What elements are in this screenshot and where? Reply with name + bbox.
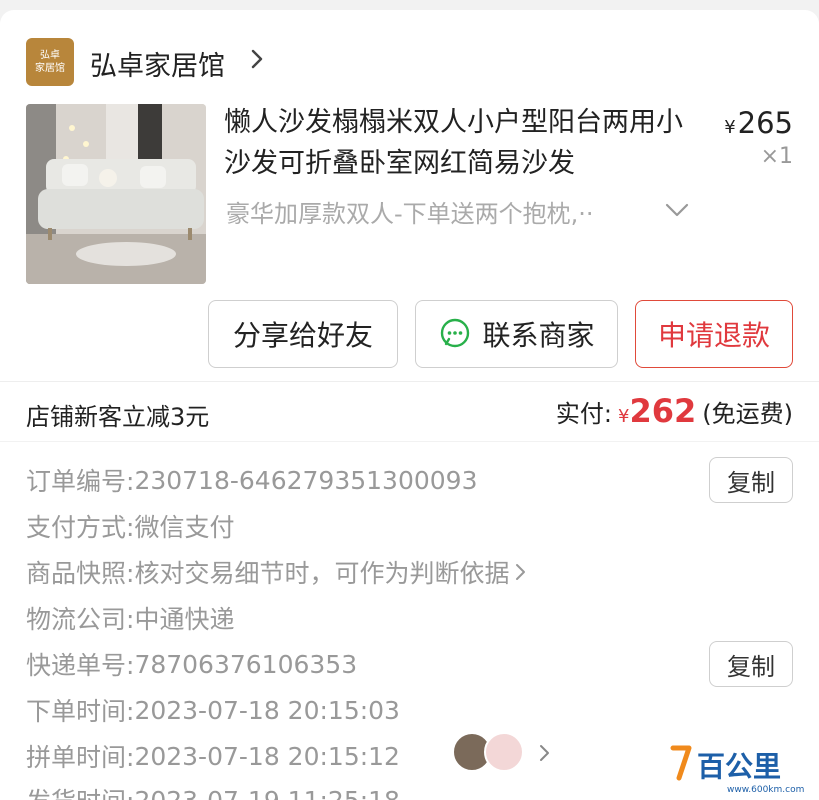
chevron-down-icon[interactable] — [664, 200, 690, 220]
sofa-picture — [26, 104, 206, 284]
paid-total: 实付: ¥262 (免运费) — [556, 392, 793, 430]
shop-logo-line1: 弘卓 — [40, 50, 60, 61]
shop-name[interactable]: 弘卓家居馆 — [90, 44, 225, 83]
detail-value: 78706376106353 — [134, 649, 358, 679]
watermark-url: www.600km.com — [727, 785, 804, 795]
price-currency: ¥ — [724, 117, 736, 138]
detail-row-ship-time: 发货时间:2023-07-19 11:25:18 — [26, 780, 400, 800]
product-title[interactable]: 懒人沙发榻榻米双人小户型阳台两用小沙发可折叠卧室网红简易沙发 — [224, 102, 694, 184]
price-value: 265 — [737, 106, 793, 140]
product-quantity: ×1 — [760, 144, 793, 169]
product-image[interactable] — [26, 104, 206, 284]
detail-label: 快递单号: — [26, 651, 135, 680]
detail-label: 支付方式: — [26, 513, 135, 542]
detail-value: 中通快递 — [134, 605, 235, 634]
detail-row-group-time: 拼单时间: 2023-07-18 20:15:12 — [26, 736, 400, 776]
detail-label: 商品快照: — [26, 559, 135, 588]
detail-row-payment: 支付方式: 微信支付 — [26, 506, 234, 546]
wechat-chat-icon — [441, 318, 470, 348]
detail-row-order-number: 订单编号: 230718-646279351300093 — [26, 460, 477, 500]
avatar — [484, 732, 524, 772]
detail-value: 2023-07-18 20:15:03 — [134, 695, 400, 725]
paid-label: 实付: — [555, 400, 613, 428]
detail-row-logistics: 物流公司: 中通快递 — [26, 598, 234, 638]
shop-logo[interactable]: 弘卓 家居馆 — [26, 38, 74, 86]
share-button[interactable]: 分享给好友 — [208, 300, 398, 368]
order-item-card: 弘卓 家居馆 弘卓家居馆 懒人沙发榻榻米双人小户型阳台两用小沙发可折叠卧室网红简… — [0, 10, 819, 388]
copy-tracking-number-button[interactable]: 复制 — [709, 641, 793, 687]
chevron-right-icon[interactable] — [538, 742, 552, 764]
detail-label: 下单时间: — [26, 697, 135, 726]
product-spec[interactable]: 豪华加厚款双人-下单送两个抱枕,·· — [226, 194, 666, 229]
contact-seller-label: 联系商家 — [482, 319, 595, 352]
promo-text: 店铺新客立减3元 — [26, 403, 210, 431]
refund-button[interactable]: 申请退款 — [635, 300, 793, 368]
chevron-right-icon[interactable] — [248, 46, 266, 72]
detail-value: 微信支付 — [134, 513, 235, 542]
detail-label: 订单编号: — [26, 467, 135, 496]
detail-value: 2023-07-18 20:15:12 — [134, 741, 400, 771]
chevron-right-icon — [516, 564, 526, 580]
detail-label: 物流公司: — [26, 605, 135, 634]
copy-order-number-button[interactable]: 复制 — [709, 457, 793, 503]
detail-label: 拼单时间: — [26, 743, 135, 772]
paid-amount: 262 — [629, 392, 697, 430]
contact-seller-button[interactable]: 联系商家 — [415, 300, 618, 368]
detail-label: 发货时间: — [26, 782, 134, 800]
shipping-note: (免运费) — [702, 400, 793, 428]
detail-value: 2023-07-19 11:25:18 — [134, 785, 400, 800]
payment-summary: 店铺新客立减3元 实付: ¥262 (免运费) — [0, 381, 819, 441]
detail-value: 核对交易细节时，可作为判断依据 — [134, 559, 510, 588]
detail-row-tracking: 快递单号: 78706376106353 — [26, 644, 357, 684]
watermark-text: 百公里 — [697, 750, 781, 783]
shop-logo-line2: 家居馆 — [35, 63, 65, 74]
product-price: ¥265 — [724, 106, 793, 140]
detail-row-order-time: 下单时间: 2023-07-18 20:15:03 — [26, 690, 400, 730]
detail-row-snapshot[interactable]: 商品快照: 核对交易细节时，可作为判断依据 — [26, 552, 529, 592]
paid-currency: ¥ — [618, 406, 630, 427]
watermark-logo: 百公里 www.600km.com — [670, 745, 804, 795]
detail-value: 230718-646279351300093 — [134, 465, 478, 495]
group-buyers-avatars[interactable] — [452, 732, 532, 774]
